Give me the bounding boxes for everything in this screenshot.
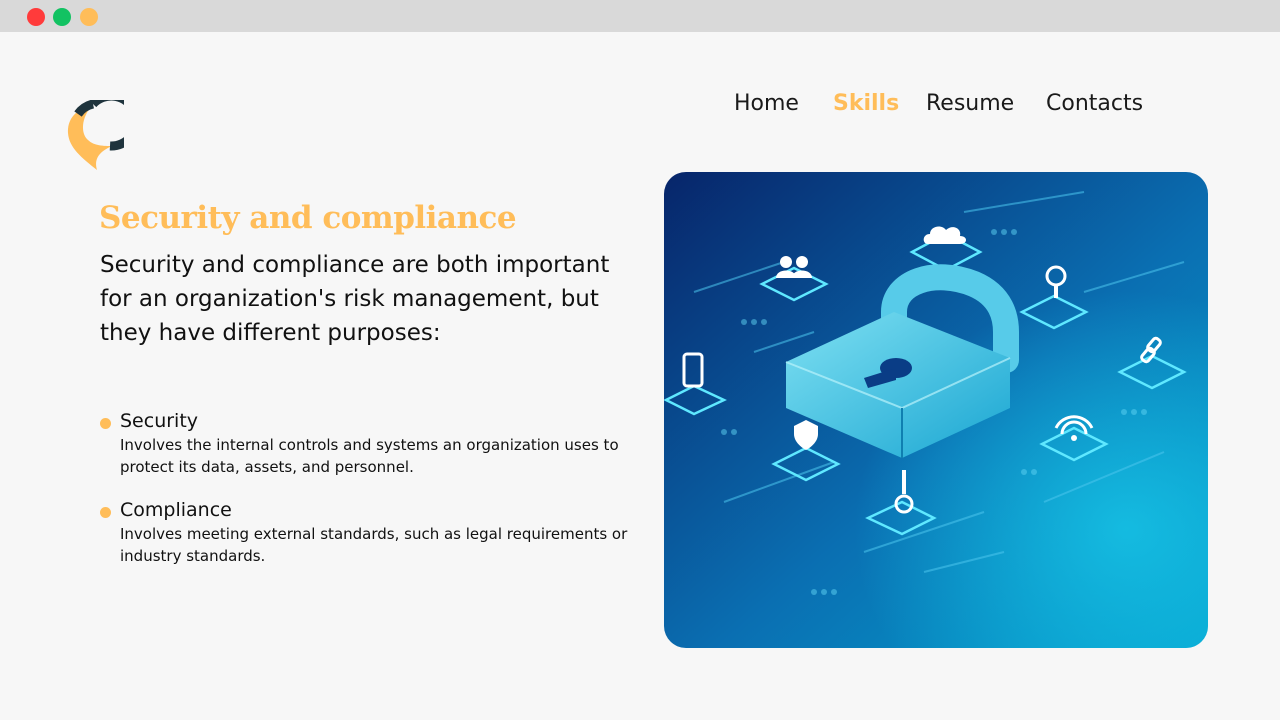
main-nav: Home Skills Resume Contacts	[0, 88, 1280, 120]
bullet-security: Security Involves the internal controls …	[100, 408, 660, 478]
minimize-window-button[interactable]	[80, 8, 98, 26]
bullet-dot	[100, 418, 111, 429]
nav-resume[interactable]: Resume	[926, 88, 1014, 120]
bullet-description: Involves meeting external standards, suc…	[120, 525, 628, 565]
padlock-cybersecurity-illustration	[664, 172, 1208, 648]
bullet-title: Security	[120, 410, 199, 432]
close-window-button[interactable]	[27, 8, 45, 26]
bullet-dot	[100, 507, 111, 518]
bullet-title: Compliance	[120, 499, 232, 521]
maximize-window-button[interactable]	[53, 8, 71, 26]
bullet-compliance: Compliance Involves meeting external sta…	[100, 497, 660, 567]
nav-contacts[interactable]: Contacts	[1046, 88, 1143, 120]
intro-text: Security and compliance are both importa…	[100, 252, 610, 346]
section-heading: Security and compliance	[99, 200, 517, 236]
bullet-description: Involves the internal controls and syste…	[120, 436, 619, 476]
nav-skills[interactable]: Skills	[833, 88, 899, 120]
nav-home[interactable]: Home	[734, 88, 799, 120]
window-titlebar	[0, 0, 1280, 32]
